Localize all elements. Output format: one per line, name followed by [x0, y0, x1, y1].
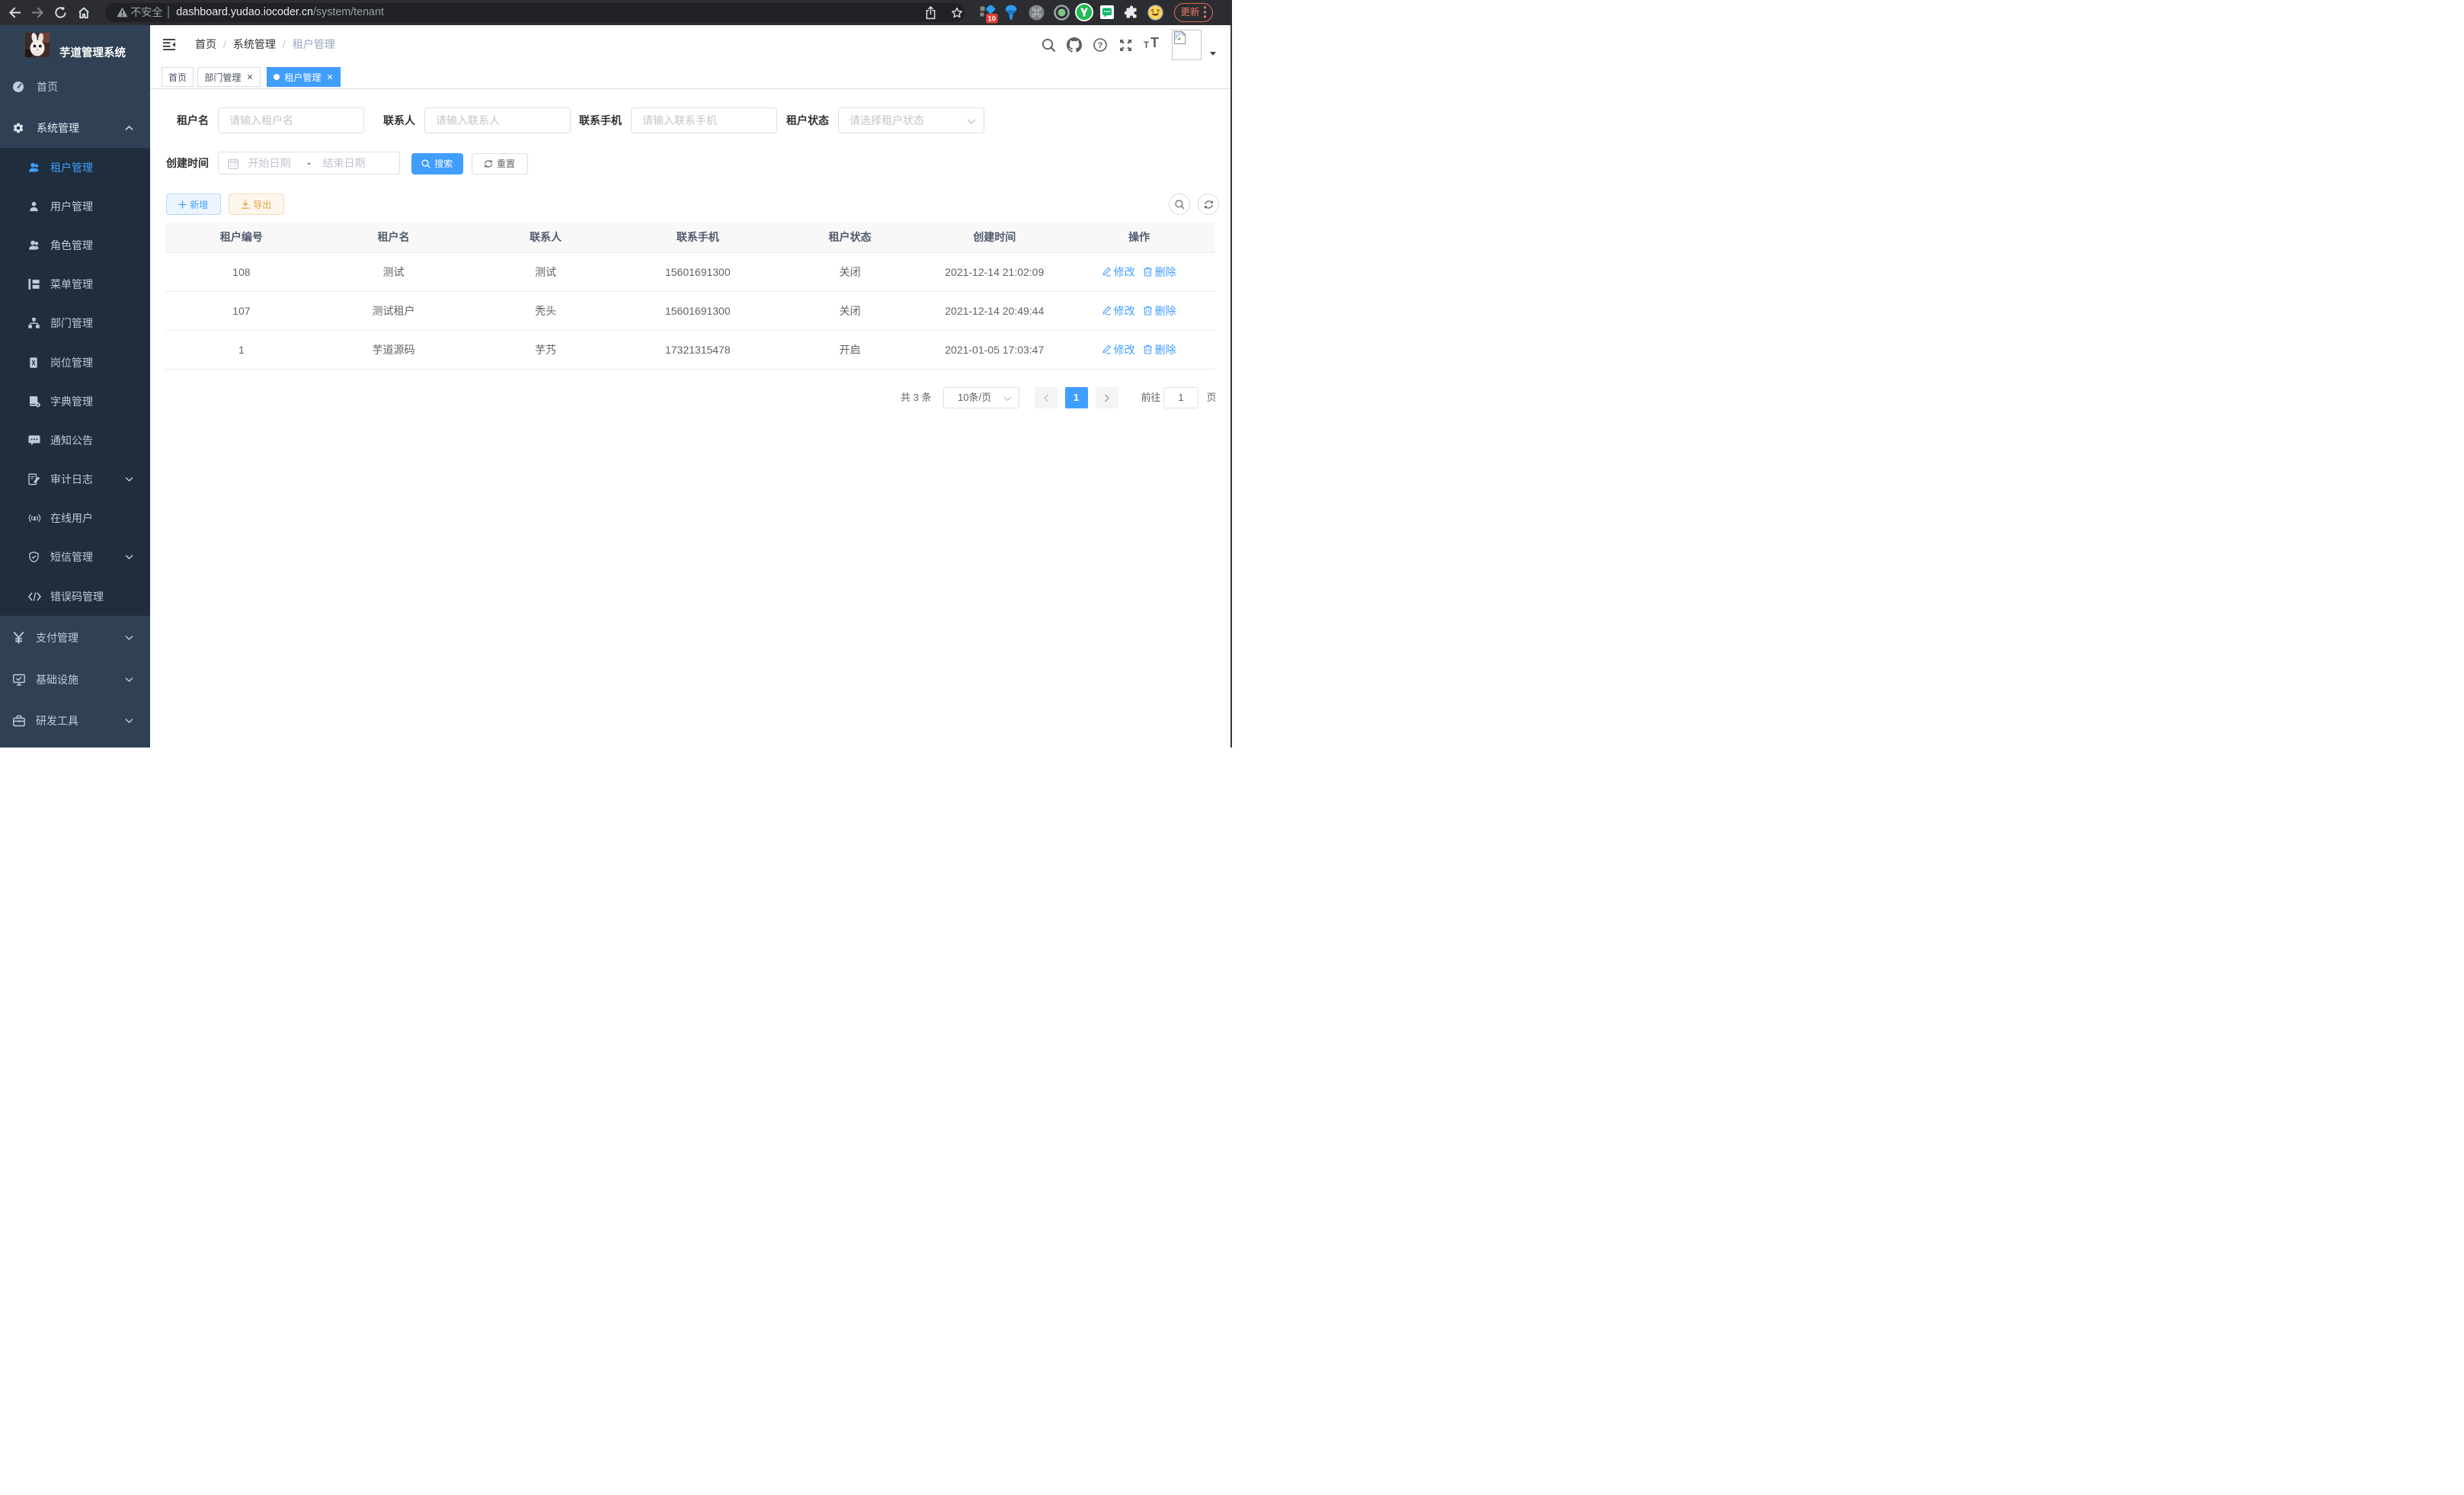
svg-text:10: 10 — [987, 15, 996, 24]
svg-text:?: ? — [1097, 41, 1102, 50]
svg-text:⌘: ⌘ — [1032, 7, 1042, 18]
